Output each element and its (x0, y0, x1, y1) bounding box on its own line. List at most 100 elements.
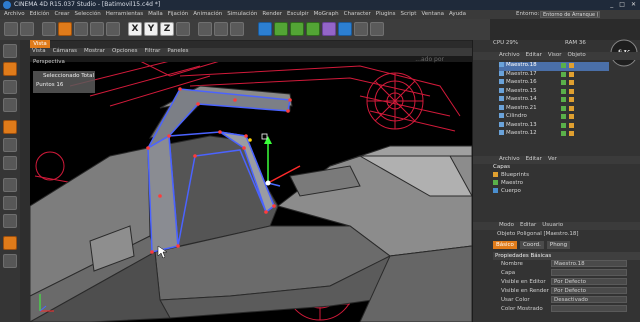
material-tag-icon[interactable] (569, 97, 574, 102)
attr-tab-1[interactable]: Coord. (519, 241, 544, 249)
render-picture-viewer-icon[interactable] (214, 22, 228, 36)
object-row[interactable]: Maestro.12 (499, 130, 609, 139)
menu-item-16[interactable]: Ayuda (449, 11, 466, 17)
object-row[interactable]: Maestro.21 (499, 104, 609, 114)
attr-value-field[interactable]: Maestro.18 (551, 260, 627, 267)
render-settings-icon[interactable] (230, 22, 244, 36)
menu-item-11[interactable]: MoGraph (314, 11, 339, 17)
object-row[interactable]: Maestro.15 (499, 87, 609, 97)
menu-item-15[interactable]: Ventana (421, 11, 444, 17)
live-selection-icon[interactable] (42, 22, 56, 36)
viewport-menu-item-1[interactable]: Cámaras (53, 48, 77, 54)
object-row[interactable]: Maestro.16 (499, 79, 609, 88)
viewport-menu-item-5[interactable]: Paneles (167, 48, 188, 54)
viewport-menu-item-4[interactable]: Filtrar (145, 48, 161, 54)
material-tag-icon[interactable] (569, 114, 574, 119)
recent-tools-icon[interactable] (106, 22, 120, 36)
material-tag-icon[interactable] (569, 131, 574, 136)
perspective-viewport[interactable]: Perspectiva Seleccionado Total Puntos 16… (30, 56, 472, 322)
attr-tab-2[interactable]: Phong (546, 241, 571, 249)
object-row[interactable]: Maestro.14 (499, 96, 609, 105)
object-row[interactable]: Maestro.18 (499, 62, 609, 71)
camera-icon[interactable] (354, 22, 368, 36)
menu-item-4[interactable]: Herramientas (106, 11, 143, 17)
objects-menu-item-3[interactable]: Objeto (568, 52, 586, 58)
points-mode-icon[interactable] (3, 120, 17, 134)
attr-menu-item-0[interactable]: Modo (499, 222, 514, 228)
visibility-toggle-icon[interactable] (561, 63, 566, 68)
menu-item-5[interactable]: Malla (148, 11, 163, 17)
attr-value-field[interactable] (551, 269, 627, 276)
attr-value-field[interactable]: Desactivado (551, 296, 627, 303)
menu-item-13[interactable]: Plugins (376, 11, 396, 17)
menu-item-8[interactable]: Simulación (227, 11, 257, 17)
rotate-tool-icon[interactable] (90, 22, 104, 36)
object-row[interactable]: Cilindro (499, 113, 609, 122)
visibility-toggle-icon[interactable] (561, 80, 566, 85)
move-tool-icon[interactable] (58, 22, 72, 36)
attr-menu-item-1[interactable]: Editar (520, 222, 536, 228)
visibility-toggle-icon[interactable] (561, 88, 566, 94)
layers-icon[interactable] (3, 236, 17, 250)
menu-item-3[interactable]: Selección (74, 11, 100, 17)
layers-menu-item-0[interactable]: Archivo (499, 156, 520, 162)
visibility-toggle-icon[interactable] (561, 71, 566, 77)
viewport-menu-item-0[interactable]: Vista (32, 48, 46, 54)
objects-menu-item-1[interactable]: Editar (526, 52, 542, 58)
maximize-button[interactable]: □ (619, 1, 625, 8)
objects-menu-item-0[interactable]: Archivo (499, 52, 520, 58)
texture-mode-icon[interactable] (3, 80, 17, 94)
menu-item-0[interactable]: Archivo (4, 11, 25, 17)
attr-tab-0[interactable]: Básico (493, 241, 517, 249)
material-tag-icon[interactable] (569, 88, 574, 94)
material-tag-icon[interactable] (569, 80, 574, 85)
scale-tool-icon[interactable] (74, 22, 88, 36)
y-axis-lock-button[interactable]: Y (144, 22, 158, 36)
object-row[interactable]: Maestro.17 (499, 70, 609, 80)
objects-menu-item-2[interactable]: Visor (548, 52, 562, 58)
layer-row[interactable]: Blueprints (493, 172, 640, 180)
cube-icon[interactable] (258, 22, 272, 36)
material-tag-icon[interactable] (569, 71, 574, 77)
visibility-toggle-icon[interactable] (561, 131, 566, 136)
snap-icon[interactable] (3, 214, 17, 228)
menu-item-1[interactable]: Edición (30, 11, 50, 17)
redo-icon[interactable] (20, 22, 34, 36)
attr-menu-item-2[interactable]: Usuario (542, 222, 563, 228)
make-editable-icon[interactable] (3, 44, 17, 58)
light-icon[interactable] (370, 22, 384, 36)
solo-icon[interactable] (3, 254, 17, 268)
minimize-button[interactable]: _ (610, 1, 613, 8)
menu-item-6[interactable]: Fijación (168, 11, 189, 17)
attr-value-field[interactable]: Por Defecto (551, 287, 627, 294)
material-tag-icon[interactable] (569, 122, 574, 128)
object-row[interactable]: Maestro.13 (499, 121, 609, 131)
subdivision-surface-icon[interactable] (290, 22, 304, 36)
attr-value-field[interactable] (551, 305, 627, 312)
edges-mode-icon[interactable] (3, 138, 17, 152)
menu-item-14[interactable]: Script (401, 11, 417, 17)
menu-item-12[interactable]: Character (344, 11, 371, 17)
workplane-icon[interactable] (3, 98, 17, 112)
visibility-toggle-icon[interactable] (561, 122, 566, 128)
z-axis-lock-button[interactable]: Z (160, 22, 174, 36)
axis-mode-icon[interactable] (3, 178, 17, 192)
layer-row[interactable]: Maestro (493, 180, 640, 188)
viewport-menu-item-3[interactable]: Opciones (112, 48, 137, 54)
render-view-icon[interactable] (198, 22, 212, 36)
model-mode-icon[interactable] (3, 62, 17, 76)
menu-item-10[interactable]: Esculpir (287, 11, 309, 17)
viewport-menu-item-2[interactable]: Mostrar (84, 48, 105, 54)
deformer-icon[interactable] (322, 22, 336, 36)
menu-item-9[interactable]: Render (262, 11, 282, 17)
layers-menu-item-1[interactable]: Editar (526, 156, 542, 162)
layers-menu-item-2[interactable]: Ver (548, 156, 557, 162)
layer-row[interactable]: Cuerpo (493, 188, 640, 196)
x-axis-lock-button[interactable]: X (128, 22, 142, 36)
menu-item-7[interactable]: Animación (193, 11, 222, 17)
polygons-mode-icon[interactable] (3, 156, 17, 170)
visibility-toggle-icon[interactable] (561, 97, 566, 102)
material-tag-icon[interactable] (569, 63, 574, 68)
pen-spline-icon[interactable] (274, 22, 288, 36)
array-icon[interactable] (306, 22, 320, 36)
